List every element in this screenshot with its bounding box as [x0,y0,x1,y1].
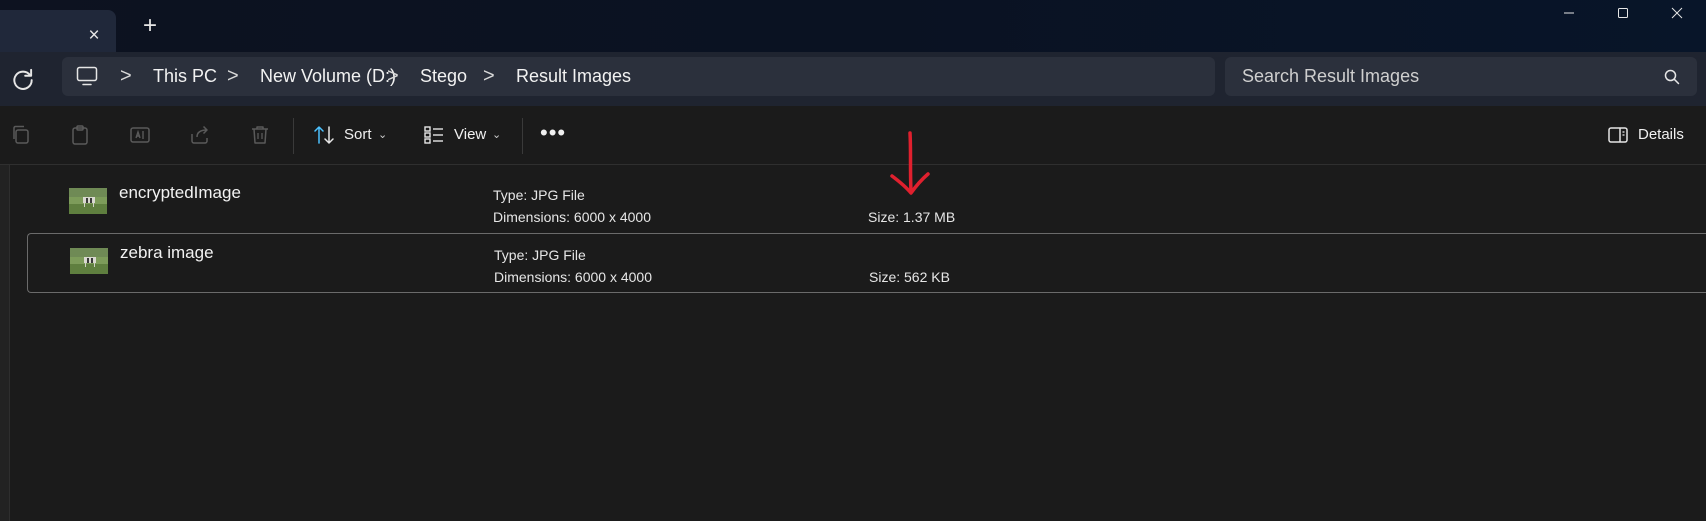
toolbar-divider [522,118,523,154]
maximize-icon [1618,8,1628,18]
details-pane-icon [1608,127,1628,143]
more-options-button[interactable]: ••• [540,122,566,144]
file-row-encryptedimage[interactable]: encryptedImage Type: JPG File Dimensions… [27,178,1706,234]
close-tab-icon[interactable]: × [84,26,104,46]
view-label: View [454,126,487,143]
details-label: Details [1638,126,1684,143]
chevron-down-icon: ⌄ [378,129,388,141]
rename-icon[interactable] [128,123,152,147]
breadcrumb[interactable]: > This PC > New Volume (D:) > Stego > Re… [62,57,1215,96]
image-thumbnail-icon [69,188,107,214]
close-window-icon [1671,7,1683,19]
file-row-zebra-image[interactable]: zebra image Type: JPG File Dimensions: 6… [27,233,1706,293]
breadcrumb-new-volume[interactable]: New Volume (D:) [260,57,396,96]
breadcrumb-separator: > [227,65,239,87]
file-type: Type: JPG File [493,187,585,203]
sort-label: Sort [344,126,372,143]
computer-icon [76,66,98,86]
file-name: encryptedImage [119,183,241,202]
file-dimensions: Dimensions: 6000 x 4000 [493,209,651,225]
search-input[interactable]: Search Result Images [1242,57,1419,96]
minimize-icon [1564,12,1574,14]
breadcrumb-separator: > [120,65,132,87]
breadcrumb-stego[interactable]: Stego [420,57,467,96]
breadcrumb-separator: > [387,65,399,87]
delete-icon[interactable] [248,123,272,147]
search-box[interactable]: Search Result Images [1225,57,1697,96]
breadcrumb-this-pc[interactable]: This PC [153,57,217,96]
file-size: Size: 562 KB [869,269,950,285]
share-icon[interactable] [188,123,212,147]
copy-icon[interactable] [9,123,33,147]
image-thumbnail-icon [70,248,108,274]
maximize-button[interactable] [1596,0,1650,28]
address-bar-row: > This PC > New Volume (D:) > Stego > Re… [0,52,1706,106]
paste-icon[interactable] [68,123,92,147]
breadcrumb-result-images[interactable]: Result Images [516,57,631,96]
breadcrumb-separator: > [483,65,495,87]
add-tab-icon[interactable]: + [138,14,162,38]
refresh-icon[interactable] [10,66,36,92]
file-type: Type: JPG File [494,247,586,263]
explorer-tab[interactable]: × [0,10,116,52]
toolbar-divider [293,118,294,154]
view-button[interactable]: View ⌄ [416,106,516,164]
minimize-button[interactable] [1542,0,1596,28]
sort-icon [314,126,334,144]
navigation-pane-edge[interactable] [0,165,10,521]
search-icon[interactable] [1663,68,1681,86]
command-bar: Sort ⌄ View ⌄ ••• Details [0,106,1706,165]
annotation-arrow-icon [890,131,930,195]
title-bar: × + [0,0,1706,52]
file-size: Size: 1.37 MB [868,209,956,225]
close-window-button[interactable] [1650,0,1704,28]
chevron-down-icon: ⌄ [492,129,502,141]
details-button[interactable]: Details [1600,106,1700,164]
file-name: zebra image [120,243,214,262]
sort-button[interactable]: Sort ⌄ [306,106,416,164]
file-dimensions: Dimensions: 6000 x 4000 [494,269,652,285]
view-icon [424,126,443,144]
